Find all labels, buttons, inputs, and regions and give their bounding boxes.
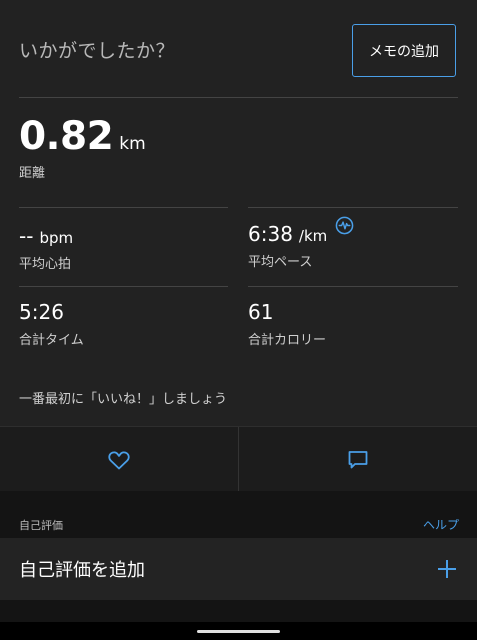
total-time-label: 合計タイム <box>19 333 84 348</box>
distance-value: 0.82 <box>19 114 114 159</box>
pace-label: 平均ペース <box>248 255 313 270</box>
avg-heart-rate-stat: -- bpm 平均心拍 <box>19 224 73 272</box>
calories-label: 合計カロリー <box>248 333 327 348</box>
activity-summary-card: いかがでしたか？ メモの追加 0.82 km 距離 -- bpm 平均心拍 6:… <box>0 0 477 426</box>
distance-value-row: 0.82 km <box>19 114 146 159</box>
home-indicator[interactable] <box>197 630 280 633</box>
comment-icon <box>348 450 368 468</box>
heart-rate-value: -- <box>19 224 34 248</box>
pace-unit: /km <box>298 227 328 245</box>
divider <box>19 286 228 287</box>
calories-value: 61 <box>248 300 274 324</box>
heart-rate-label: 平均心拍 <box>19 257 72 272</box>
like-button[interactable] <box>0 427 239 492</box>
distance-unit: km <box>119 134 146 154</box>
feedback-question: いかがでしたか？ <box>19 40 176 62</box>
divider <box>248 207 458 208</box>
pace-value: 6:38 <box>248 222 293 246</box>
heart-rate-unit: bpm <box>39 229 74 247</box>
like-prompt: 一番最初に「いいね！」しましょう <box>19 392 228 407</box>
add-self-evaluation-label: 自己評価を追加 <box>19 560 145 581</box>
avg-pace-stat: 6:38 /km 平均ペース <box>248 216 354 270</box>
self-evaluation-title: 自己評価 <box>19 519 63 532</box>
distance-label: 距離 <box>19 166 46 181</box>
heart-icon <box>108 450 130 469</box>
pace-info-icon[interactable] <box>335 216 354 235</box>
plus-icon <box>438 560 456 578</box>
divider <box>248 286 458 287</box>
total-time-stat: 5:26 合計タイム <box>19 300 84 348</box>
divider <box>19 207 228 208</box>
help-link[interactable]: ヘルプ <box>423 516 459 533</box>
add-self-evaluation-row[interactable]: 自己評価を追加 <box>0 538 477 600</box>
add-memo-button[interactable]: メモの追加 <box>352 24 456 77</box>
calories-stat: 61 合計カロリー <box>248 300 326 348</box>
total-time-value: 5:26 <box>19 300 64 324</box>
bottom-spacer <box>0 600 477 622</box>
self-evaluation-header: 自己評価 ヘルプ <box>0 491 477 538</box>
divider <box>19 97 458 98</box>
social-action-bar <box>0 426 477 492</box>
comment-button[interactable] <box>239 427 477 492</box>
